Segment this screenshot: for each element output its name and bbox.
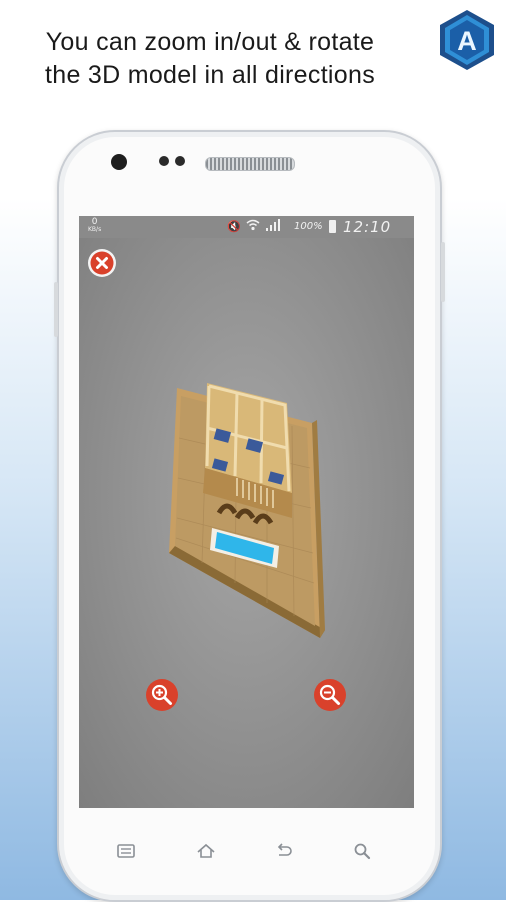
app-logo-icon: A [440, 10, 494, 70]
caption-line-2: the 3D model in all directions [45, 61, 375, 89]
status-bar: 0 KB/s 🔇 100% 12:10 PM [79, 216, 414, 254]
close-button[interactable] [87, 248, 117, 278]
earpiece-speaker [205, 157, 295, 171]
zoom-out-button[interactable] [313, 678, 347, 712]
promo-caption: You can zoom in/out & rotate the 3D mode… [0, 26, 420, 92]
model-viewport[interactable] [79, 238, 414, 808]
battery-icon [329, 220, 336, 233]
hardware-nav-bar [59, 832, 440, 872]
power-button [441, 242, 445, 302]
network-speed: 0 KB/s [88, 217, 102, 234]
search-icon[interactable] [352, 842, 372, 860]
sensor-right [175, 156, 185, 166]
phone-frame: 0 KB/s 🔇 100% 12:10 PM [54, 130, 445, 902]
logo-letter: A [457, 26, 477, 56]
wifi-icon [246, 219, 260, 231]
menu-icon[interactable] [116, 842, 136, 860]
battery-percent: 100% [294, 221, 323, 232]
zoom-in-button[interactable] [145, 678, 179, 712]
volume-button [54, 282, 58, 337]
status-icons: 🔇 [227, 219, 281, 233]
signal-icon [265, 219, 280, 231]
back-icon[interactable] [274, 842, 294, 860]
front-camera [111, 154, 127, 170]
caption-line-1: You can zoom in/out & rotate [45, 28, 375, 56]
mute-icon: 🔇 [227, 220, 242, 233]
home-icon[interactable] [196, 842, 216, 860]
3d-house-model[interactable] [167, 368, 332, 638]
phone-screen: 0 KB/s 🔇 100% 12:10 PM [79, 216, 414, 808]
sensor-left [159, 156, 169, 166]
